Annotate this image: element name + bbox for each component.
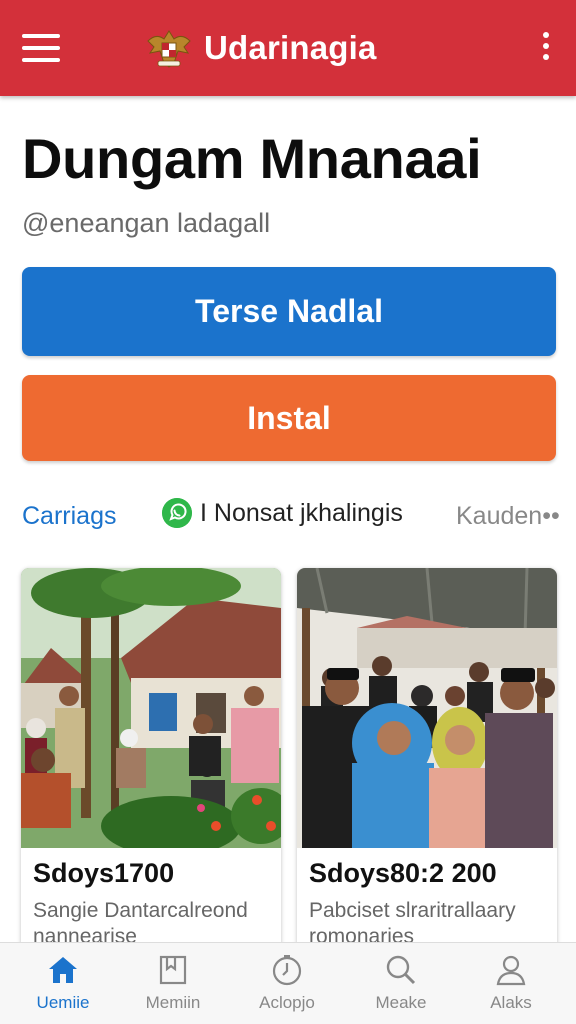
card-2-photo	[297, 568, 557, 848]
content-card-2[interactable]: Sdoys80:2 200 Pabciset slraritrallaary r…	[297, 568, 557, 958]
tab-carriags[interactable]: Carriags	[22, 502, 116, 531]
bookmark-icon	[159, 955, 187, 985]
content-card-1[interactable]: Sdoys1700 Sangie Dantarcalreond nanneari…	[21, 568, 281, 958]
nav-item-aclopjo[interactable]: Aclopjo	[232, 953, 342, 1013]
app-title: Udarinagia	[204, 29, 377, 66]
card-1-photo	[21, 568, 281, 848]
nav-label-memiin: Memiin	[145, 993, 201, 1012]
tab-nonsat[interactable]: I Nonsat jkhalingis	[162, 498, 403, 528]
tab-kauden[interactable]: Kauden••	[456, 502, 560, 531]
nav-label-home: Uemiie	[36, 993, 90, 1012]
card-2-title: Sdoys80:2 200	[309, 858, 497, 888]
home-icon	[49, 957, 77, 983]
install-button[interactable]: Instal	[22, 375, 556, 461]
profile-icon	[496, 955, 526, 986]
nav-label-meake: Meake	[375, 993, 427, 1012]
nav-label-aclopjo: Aclopjo	[259, 993, 315, 1012]
garuda-emblem-icon	[147, 30, 191, 68]
nav-item-home[interactable]: Uemiie	[8, 953, 118, 1013]
hamburger-menu-icon[interactable]	[22, 34, 60, 62]
whatsapp-icon	[162, 498, 192, 528]
profile-name: Dungam Mnanaai	[22, 127, 482, 190]
app-bar: Udarinagia	[0, 0, 576, 96]
nav-item-memiin[interactable]: Memiin	[118, 953, 228, 1013]
brand[interactable]: Udarinagia	[144, 22, 377, 74]
nav-label-alaks: Alaks	[490, 993, 532, 1012]
more-vertical-icon[interactable]	[540, 32, 552, 64]
card-1-title: Sdoys1700	[33, 858, 175, 888]
search-icon	[386, 955, 416, 985]
nav-item-meake[interactable]: Meake	[346, 953, 456, 1013]
tab-bar: Carriags I Nonsat jkhalingis Kauden••	[22, 496, 562, 540]
primary-action-button[interactable]: Terse Nadlal	[22, 267, 556, 356]
bottom-navigation: Uemiie Memiin Aclopjo Meake Alaks	[0, 942, 576, 1024]
profile-handle: @eneangan ladagall	[22, 208, 271, 238]
nav-item-alaks[interactable]: Alaks	[456, 953, 566, 1013]
tab-nonsat-label: I Nonsat jkhalingis	[200, 498, 403, 527]
clock-icon	[272, 955, 302, 986]
